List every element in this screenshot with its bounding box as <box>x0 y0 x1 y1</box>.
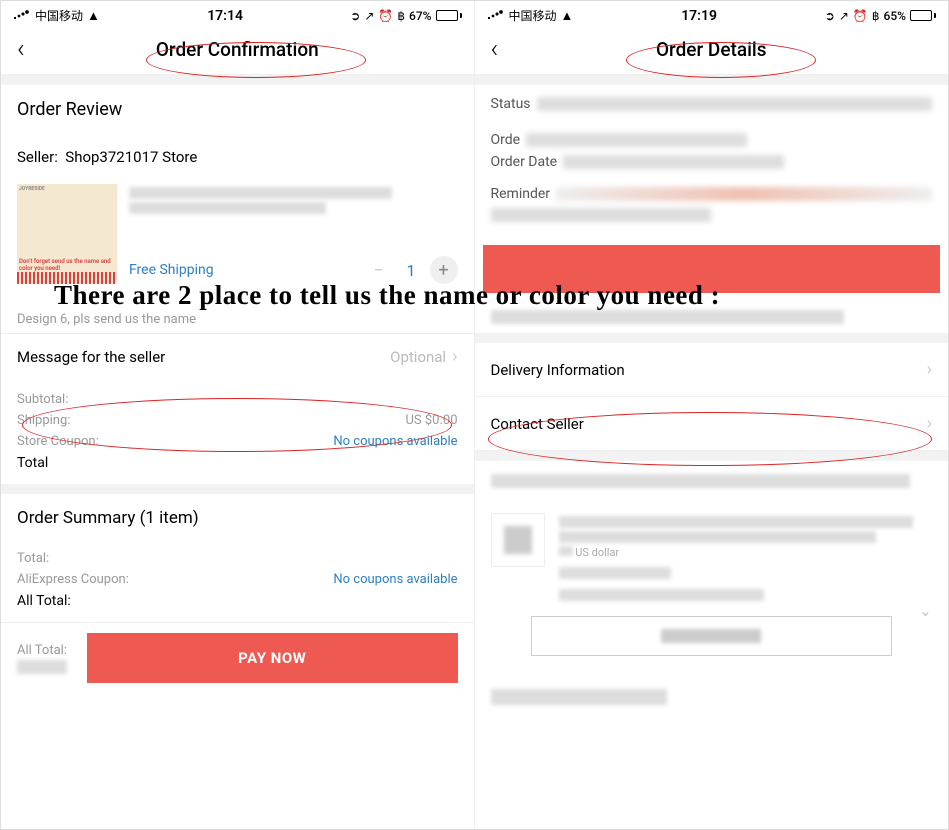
carrier-label: 中国移动 <box>35 7 83 24</box>
status-bar: 中国移动 ▲ 17:19 ➲ ↗ ⏰ ฿ 65% <box>475 1 949 28</box>
quantity-stepper[interactable]: − 1 + <box>365 256 458 284</box>
variant-text: Design 6, pls send us the name <box>1 306 474 333</box>
nav-bar: ‹ Order Confirmation <box>1 28 474 75</box>
battery-icon <box>436 10 462 21</box>
location-icon: ↗ <box>839 9 849 23</box>
back-button[interactable]: ‹ <box>17 36 25 62</box>
chevron-right-icon: › <box>927 413 932 434</box>
chevron-right-icon: › <box>452 346 457 367</box>
signal-icon <box>487 9 505 23</box>
bluetooth-icon: ฿ <box>872 9 880 23</box>
seller-line: Seller: Shop3721017 Store <box>17 142 458 176</box>
wifi-icon: ▲ <box>87 8 100 24</box>
contact-seller-row[interactable]: Contact Seller › <box>475 397 949 451</box>
phone-left: 中国移动 ▲ 17:14 ➲ ↗ ⏰ ฿ 67% ‹ Order Confirm… <box>1 1 475 829</box>
page-title: Order Confirmation <box>156 38 319 61</box>
totals-block: Subtotal: Shipping:US $0.00 Store Coupon… <box>1 379 474 484</box>
battery-icon <box>910 10 936 21</box>
order-row: Orde <box>475 129 949 151</box>
nav-bar: ‹ Order Details <box>475 28 949 75</box>
highlight-band <box>483 245 941 293</box>
action-button[interactable] <box>531 616 893 656</box>
alarm-icon: ⏰ <box>853 9 868 23</box>
reminder-row: Reminder <box>475 183 949 205</box>
status-bar: 中国移动 ▲ 17:14 ➲ ↗ ⏰ ฿ 67% <box>1 1 474 28</box>
gps-icon: ➲ <box>825 9 835 23</box>
battery-pct: 67% <box>409 9 431 23</box>
status-row: Status <box>475 93 949 115</box>
chevron-right-icon: › <box>927 359 932 380</box>
product-thumbnail[interactable]: JOYRESIDE Don't forget send us the name … <box>17 184 117 284</box>
currency-hint: US dollar <box>559 546 933 559</box>
product-thumbnail[interactable] <box>491 513 545 567</box>
qty-plus-button[interactable]: + <box>430 256 458 284</box>
alarm-icon: ⏰ <box>378 9 393 23</box>
order-date-row: Order Date <box>475 151 949 173</box>
battery-pct: 65% <box>884 9 906 23</box>
bluetooth-icon: ฿ <box>397 9 405 23</box>
chevron-down-icon[interactable]: ⌄ <box>919 601 932 620</box>
order-review-title: Order Review <box>17 99 458 120</box>
order-review-section: Order Review <box>1 85 474 140</box>
location-icon: ↗ <box>364 9 374 23</box>
message-seller-row[interactable]: Message for the seller Optional › <box>1 333 474 379</box>
gps-icon: ➲ <box>350 9 360 23</box>
clock: 17:19 <box>681 8 717 24</box>
back-button[interactable]: ‹ <box>491 36 499 62</box>
product-row[interactable]: JOYRESIDE Don't forget send us the name … <box>17 176 458 292</box>
phone-right: 中国移动 ▲ 17:19 ➲ ↗ ⏰ ฿ 65% ‹ Order Details <box>475 1 949 829</box>
signal-icon <box>13 9 31 23</box>
qty-value: 1 <box>407 261 416 280</box>
wifi-icon: ▲ <box>561 8 574 24</box>
page-title: Order Details <box>656 38 767 61</box>
delivery-information-row[interactable]: Delivery Information › <box>475 343 949 397</box>
carrier-label: 中国移动 <box>509 7 557 24</box>
clock: 17:14 <box>207 8 243 24</box>
order-summary-title: Order Summary (1 item) <box>1 494 474 538</box>
qty-minus-button[interactable]: − <box>365 256 393 284</box>
pay-now-button[interactable]: PAY NOW <box>87 633 458 683</box>
pay-bar: All Total: PAY NOW <box>1 622 474 693</box>
free-shipping-label: Free Shipping <box>129 262 214 278</box>
product-card[interactable]: US dollar ⌄ <box>475 501 949 680</box>
